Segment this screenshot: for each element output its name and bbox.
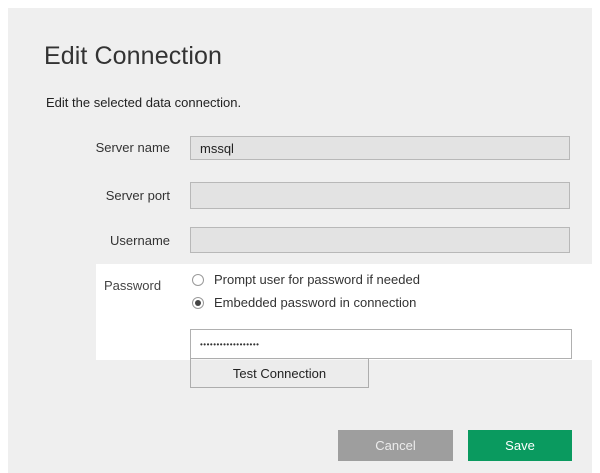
cancel-button[interactable]: Cancel: [338, 430, 453, 461]
radio-checked-icon: [192, 296, 204, 309]
username-label: Username: [110, 233, 170, 248]
password-panel: Password Prompt user for password if nee…: [96, 264, 593, 360]
radio-embedded-password-label: Embedded password in connection: [214, 295, 417, 310]
password-label: Password: [104, 278, 162, 293]
test-connection-button[interactable]: Test Connection: [190, 358, 369, 388]
server-name-label: Server name: [95, 140, 170, 155]
dialog-title: Edit Connection: [44, 42, 223, 70]
username-input[interactable]: [190, 227, 570, 253]
radio-prompt-password-label: Prompt user for password if needed: [214, 272, 420, 287]
save-button[interactable]: Save: [468, 430, 572, 461]
radio-prompt-password[interactable]: Prompt user for password if needed: [192, 272, 420, 287]
server-port-input[interactable]: [190, 182, 570, 209]
server-port-label: Server port: [105, 188, 170, 203]
dialog-subtitle: Edit the selected data connection.: [46, 95, 242, 110]
radio-embedded-password[interactable]: Embedded password in connection: [192, 295, 416, 310]
password-input[interactable]: [190, 329, 572, 359]
server-name-input[interactable]: [190, 136, 570, 160]
edit-connection-dialog: Edit Connection Edit the selected data c…: [8, 8, 593, 473]
radio-unchecked-icon: [192, 273, 204, 286]
